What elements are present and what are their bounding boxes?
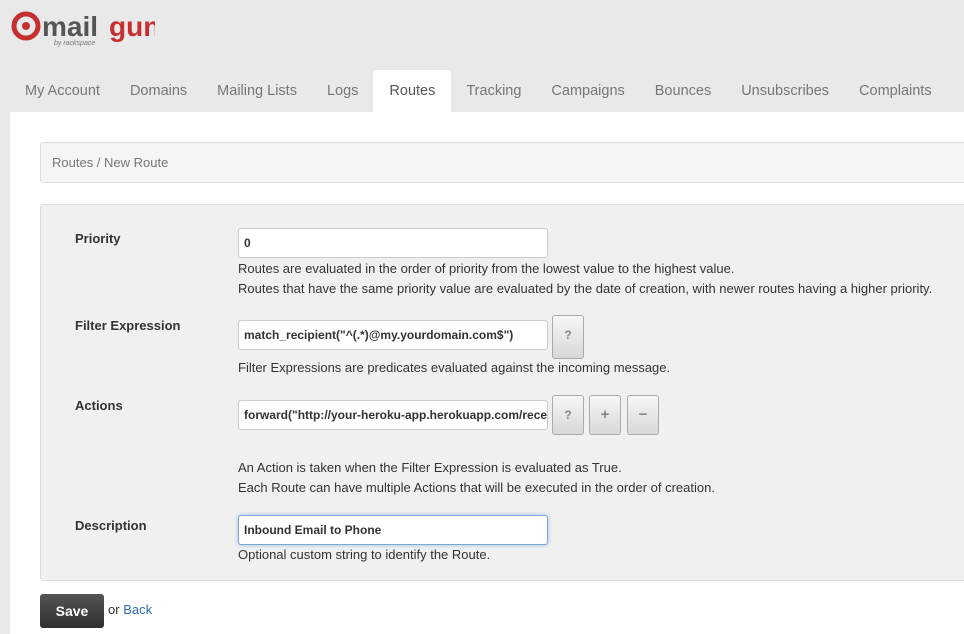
or-back: or Back — [108, 602, 152, 617]
actions-help-2: Each Route can have multiple Actions tha… — [238, 480, 715, 495]
mailgun-logo: mail gun by rackspace — [11, 11, 155, 47]
tab-bounces[interactable]: Bounces — [640, 70, 726, 112]
new-route-form: Priority 0 Routes are evaluated in the o… — [40, 204, 964, 581]
actions-label: Actions — [75, 398, 123, 413]
filter-expression-input[interactable]: match_recipient("^(.*)@my.yourdomain.com… — [238, 320, 548, 350]
tab-domains[interactable]: Domains — [115, 70, 202, 112]
remove-action-button[interactable]: − — [627, 395, 659, 435]
priority-help-2: Routes that have the same priority value… — [238, 281, 933, 296]
add-action-button[interactable]: + — [589, 395, 621, 435]
filter-help-button[interactable]: ? — [552, 315, 584, 359]
tab-my-account[interactable]: My Account — [10, 70, 115, 112]
tab-complaints[interactable]: Complaints — [844, 70, 947, 112]
priority-help-1: Routes are evaluated in the order of pri… — [238, 261, 735, 276]
action-help-button[interactable]: ? — [552, 395, 584, 435]
back-link[interactable]: Back — [123, 602, 152, 617]
svg-text:mail: mail — [42, 11, 98, 42]
tab-routes[interactable]: Routes — [373, 70, 452, 112]
priority-input[interactable]: 0 — [238, 228, 548, 258]
description-input[interactable]: Inbound Email to Phone — [238, 515, 548, 545]
tab-mailing-lists[interactable]: Mailing Lists — [202, 70, 312, 112]
or-text: or — [108, 602, 120, 617]
svg-text:by rackspace: by rackspace — [54, 40, 95, 47]
breadcrumb: Routes / New Route — [40, 142, 964, 183]
action-input[interactable]: forward("http://your-heroku-app.herokuap… — [238, 400, 548, 430]
filter-help: Filter Expressions are predicates evalua… — [238, 360, 671, 375]
svg-text:gun: gun — [109, 11, 155, 42]
filter-label: Filter Expression — [75, 318, 181, 333]
priority-label: Priority — [75, 231, 121, 246]
tab-unsubscribes[interactable]: Unsubscribes — [726, 70, 844, 112]
tab-logs[interactable]: Logs — [312, 70, 373, 112]
description-label: Description — [75, 518, 147, 533]
actions-help-1: An Action is taken when the Filter Expre… — [238, 460, 622, 475]
content-panel: Routes / New Route Priority 0 Routes are… — [10, 112, 964, 634]
description-help: Optional custom string to identify the R… — [238, 547, 491, 562]
tab-campaigns[interactable]: Campaigns — [536, 70, 639, 112]
save-button[interactable]: Save — [40, 594, 104, 628]
main-nav: My Account Domains Mailing Lists Logs Routes… — [10, 70, 947, 112]
tab-tracking[interactable]: Tracking — [451, 70, 536, 112]
